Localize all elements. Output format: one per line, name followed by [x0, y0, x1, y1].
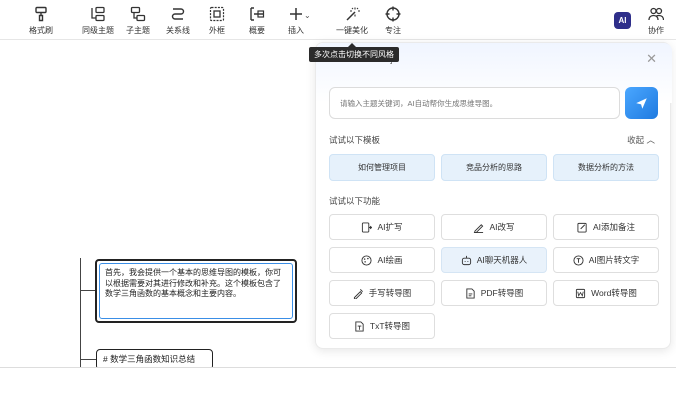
- relation-line-button[interactable]: 关系线: [156, 6, 200, 36]
- collaboration-icon: [648, 7, 664, 21]
- word-icon: [576, 288, 586, 298]
- insert-button[interactable]: 插入: [274, 6, 318, 36]
- relation-line-icon: [171, 8, 185, 20]
- close-icon[interactable]: ✕: [646, 52, 657, 65]
- ai-rewrite-button[interactable]: AI改写: [441, 214, 547, 240]
- format-brush-icon: [35, 6, 47, 22]
- robot-icon: [461, 255, 471, 265]
- child-topic-icon: [130, 6, 146, 22]
- summary-label: 概要: [249, 26, 265, 35]
- templates-title: 试试以下模板: [329, 135, 381, 145]
- branch-connector: [80, 359, 96, 360]
- pdf-to-map-button[interactable]: PDF转导图: [441, 280, 547, 306]
- chevron-up-icon: ︿: [646, 135, 655, 145]
- ai-image-to-text-button[interactable]: AI图片转文字: [553, 247, 659, 273]
- format-brush-label: 格式刷: [29, 26, 53, 35]
- ai-chatbot-button[interactable]: AI聊天机器人: [441, 247, 547, 273]
- sibling-topic-button[interactable]: 同级主题: [76, 6, 120, 36]
- collapse-label: 收起: [627, 135, 645, 145]
- ai-add-note-label: AI添加备注: [592, 222, 636, 232]
- word-to-map-button[interactable]: Word转导图: [553, 280, 659, 306]
- ai-image-to-text-label: AI图片转文字: [588, 255, 640, 265]
- functions-title: 试试以下功能: [329, 196, 381, 206]
- palette-icon: [361, 254, 373, 266]
- branch-connector: [80, 258, 81, 368]
- sibling-topic-label: 同级主题: [82, 26, 114, 35]
- word-to-map-label: Word转导图: [591, 288, 637, 298]
- focus-button[interactable]: 专注: [371, 6, 415, 36]
- send-icon: [636, 97, 647, 109]
- collaboration-label: 协作: [648, 26, 664, 35]
- prompt-input[interactable]: [329, 87, 620, 119]
- pdf-icon: [466, 287, 475, 299]
- handwriting-icon: [353, 288, 363, 299]
- handwriting-to-map-button[interactable]: 手写转导图: [329, 280, 435, 306]
- child-topic-label: 子主题: [126, 26, 150, 35]
- mindmap-node-selected[interactable]: 首先，我会提供一个基本的思维导图的模板，你可以根据需要对其进行修改和补充。这个模…: [95, 259, 297, 323]
- txt-icon: [355, 320, 364, 332]
- txt-to-map-button[interactable]: TxT转导图: [329, 313, 435, 339]
- handwriting-to-map-label: 手写转导图: [368, 288, 412, 298]
- template-chip[interactable]: 数据分析的方法: [553, 154, 659, 181]
- ai-panel: ] ✕ 试试以下模板 收起 ︿ 如何管理项目 竞品分析的思路 数据分析的方法 试…: [315, 42, 672, 349]
- plus-icon: [290, 8, 302, 20]
- ai-expand-button[interactable]: AI扩写: [329, 214, 435, 240]
- txt-to-map-label: TxT转导图: [369, 321, 411, 331]
- tooltip: 多次点击切换不同风格: [309, 47, 399, 62]
- mindmap-node-text: 首先，我会提供一个基本的思维导图的模板，你可以根据需要对其进行修改和补充。这个模…: [99, 263, 293, 319]
- summary-icon: [250, 7, 265, 21]
- ai-chatbot-label: AI聊天机器人: [476, 255, 528, 265]
- chevron-down-icon[interactable]: ⌄: [304, 11, 311, 20]
- canvas-footer: [0, 367, 676, 395]
- beautify-button[interactable]: 一键美化: [330, 6, 374, 36]
- branch-connector: [80, 290, 96, 291]
- toolbar: 格式刷 同级主题 子主题 关系线 外框 概要 插入 ⌄ 一键美化 专注 AI 协…: [0, 0, 676, 40]
- image-text-icon: [573, 254, 584, 266]
- collapse-button[interactable]: 收起 ︿: [627, 134, 655, 146]
- outer-frame-icon: [209, 6, 225, 22]
- sibling-topic-icon: [91, 6, 105, 22]
- ai-painting-button[interactable]: AI绘画: [329, 247, 435, 273]
- ai-add-note-button[interactable]: AI添加备注: [553, 214, 659, 240]
- insert-label: 插入: [288, 26, 304, 35]
- template-chip[interactable]: 如何管理项目: [329, 154, 435, 181]
- pdf-to-map-label: PDF转导图: [480, 288, 524, 298]
- outer-frame-button[interactable]: 外框: [195, 6, 239, 36]
- ai-rewrite-label: AI改写: [489, 222, 515, 232]
- relation-line-label: 关系线: [166, 26, 190, 35]
- focus-icon: [385, 6, 401, 22]
- ai-expand-label: AI扩写: [377, 222, 403, 232]
- magic-wand-icon: [346, 7, 360, 21]
- collaboration-button[interactable]: 协作: [634, 6, 676, 36]
- note-edit-icon: [577, 222, 587, 233]
- template-chip[interactable]: 竞品分析的思路: [441, 154, 547, 181]
- format-brush-button[interactable]: 格式刷: [19, 6, 63, 36]
- expand-doc-icon: [362, 221, 373, 233]
- summary-button[interactable]: 概要: [235, 6, 279, 36]
- focus-label: 专注: [385, 26, 401, 35]
- beautify-label: 一键美化: [336, 26, 368, 35]
- ai-painting-label: AI绘画: [377, 255, 403, 265]
- outer-frame-label: 外框: [209, 26, 225, 35]
- pen-icon: [474, 223, 484, 233]
- child-topic-button[interactable]: 子主题: [116, 6, 160, 36]
- ai-badge-button[interactable]: AI: [614, 12, 631, 29]
- send-button[interactable]: [625, 87, 658, 119]
